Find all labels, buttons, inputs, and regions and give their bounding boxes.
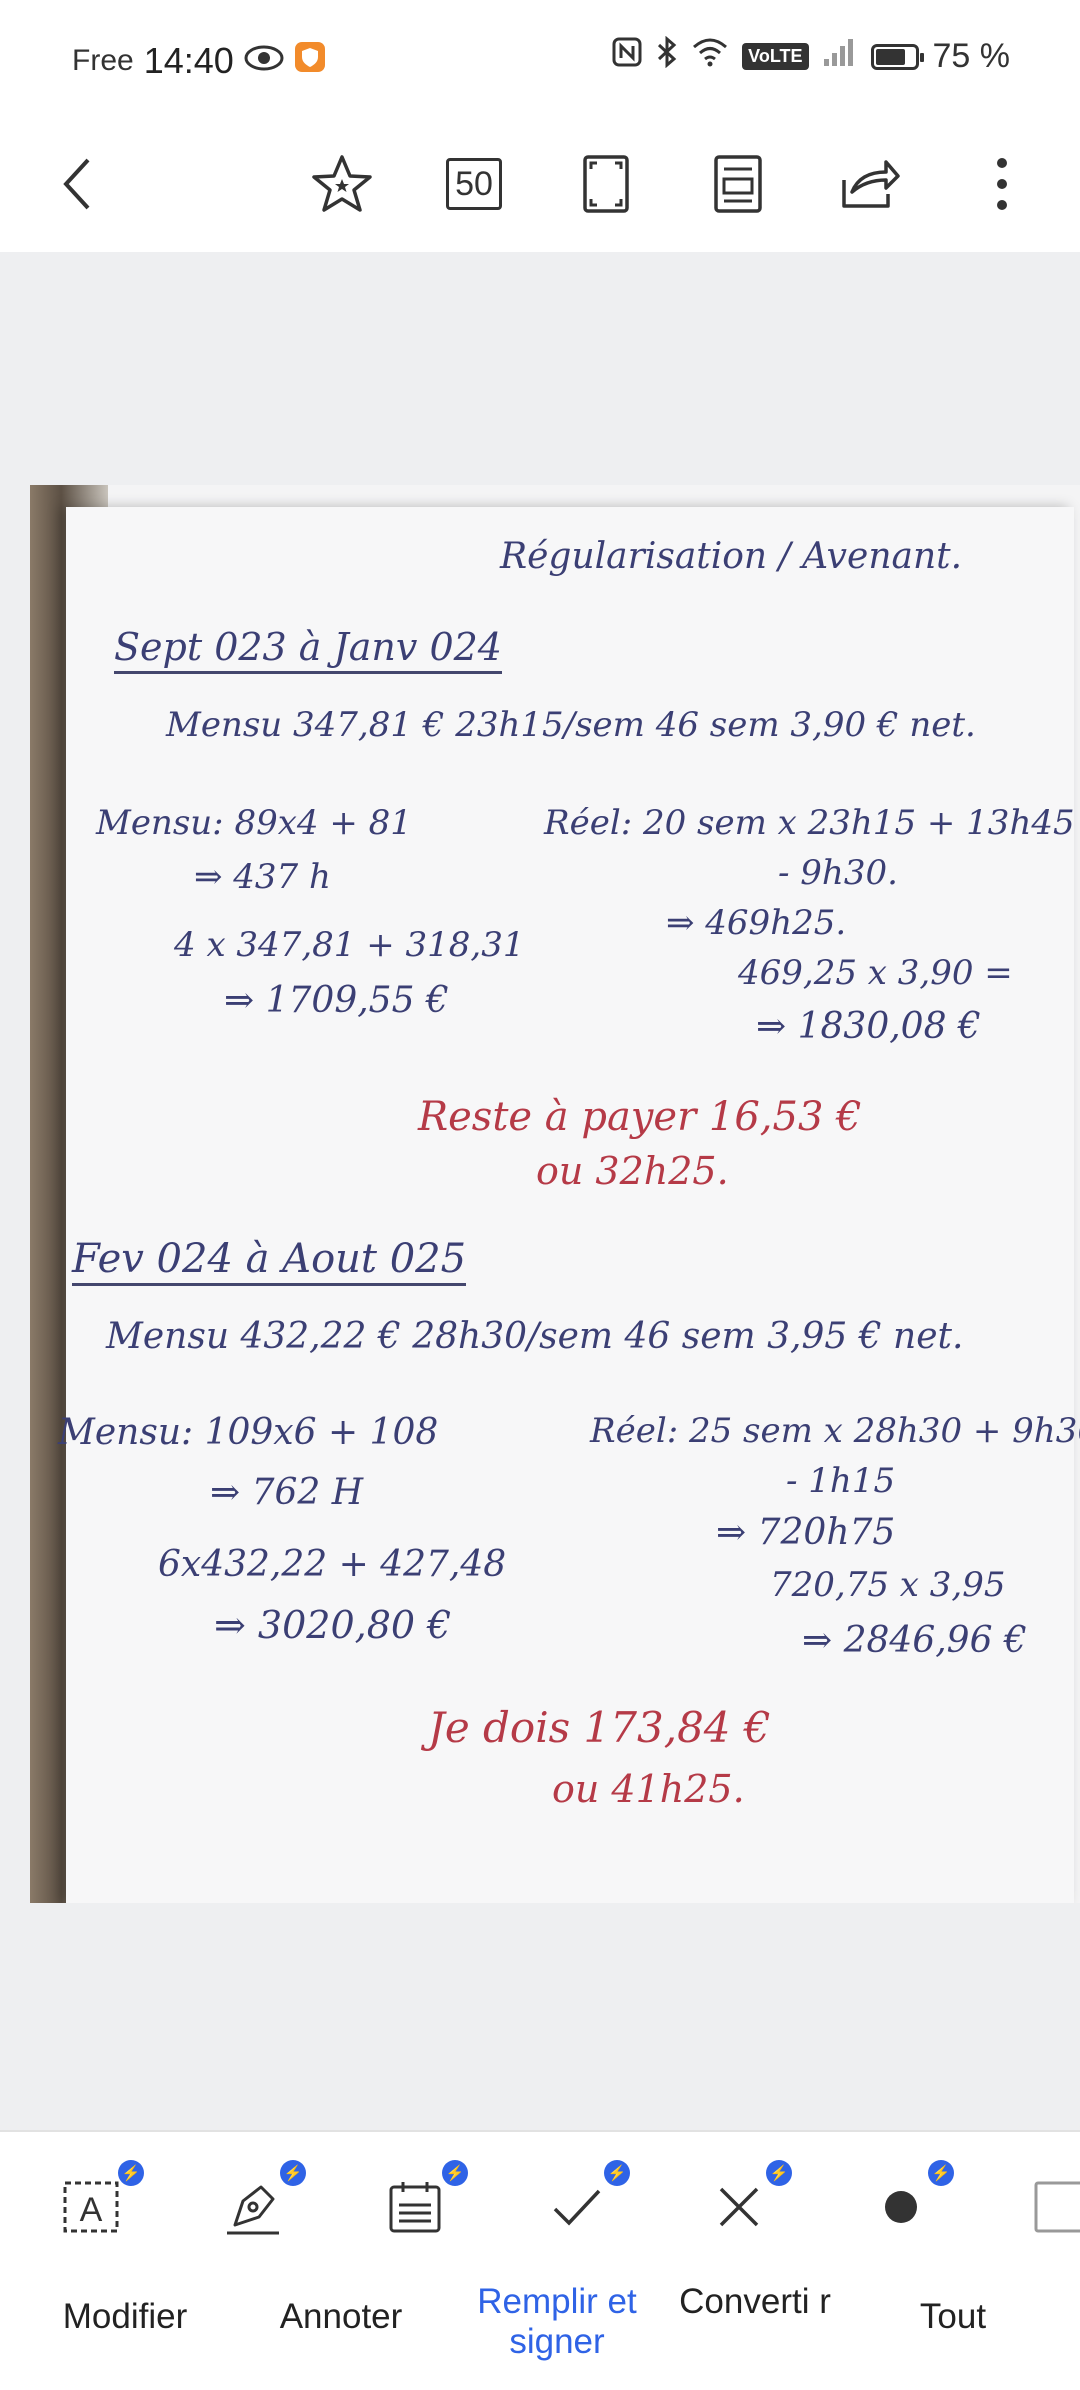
battery-percent: 75 %	[932, 37, 1011, 75]
cross-icon	[719, 2187, 759, 2227]
s1-mensu-total: ⇒ 1709,55 €	[224, 980, 449, 1021]
pen-icon	[227, 2185, 279, 2235]
s2-reel-formula: Réel: 25 sem x 28h30 + 9h30	[590, 1411, 1080, 1451]
section2-title: Fev 024 à Aout 025	[72, 1237, 467, 1286]
s2-mensu-calc: 6x432,22 + 427,48	[158, 1544, 507, 1585]
svg-text:A: A	[80, 2191, 103, 2229]
tab-tout[interactable]: Tout	[858, 2297, 1048, 2337]
s2-reel-calc: 720,75 x 3,95	[770, 1565, 1006, 1605]
edit-text-tool[interactable]: A ⚡	[56, 2160, 144, 2242]
carrier-label: Free	[72, 44, 134, 77]
premium-badge-icon: ⚡	[118, 2160, 144, 2186]
premium-badge-icon: ⚡	[604, 2160, 630, 2186]
section2-summary: Mensu 432,22 € 28h30/sem 46 sem 3,95 € n…	[106, 1316, 964, 1357]
s2-amount-due: Je dois 173,84 €	[428, 1703, 771, 1752]
document-viewer[interactable]: Régularisation / Avenant. Sept 023 à Jan…	[0, 252, 1080, 2130]
volte-badge: VoLTE	[742, 43, 809, 70]
fullscreen-button[interactable]	[566, 144, 646, 224]
form-icon	[389, 2182, 441, 2233]
s1-reel-deduction: - 9h30.	[778, 853, 898, 893]
premium-badge-icon: ⚡	[928, 2160, 954, 2186]
star-icon	[312, 155, 372, 212]
more-vertical-icon	[997, 158, 1007, 210]
s2-amount-due-hours: ou 41h25.	[552, 1767, 745, 1811]
s1-mensu-hours: ⇒ 437 h	[194, 857, 331, 897]
premium-badge-icon: ⚡	[280, 2160, 306, 2186]
s2-reel-hours: ⇒ 720h75	[716, 1512, 896, 1553]
s2-mensu-hours: ⇒ 762 H	[210, 1472, 364, 1513]
s2-reel-total: ⇒ 2846,96 €	[802, 1620, 1027, 1661]
wifi-icon	[692, 37, 728, 76]
nfc-icon	[612, 37, 642, 76]
s1-balance: Reste à payer 16,53 €	[418, 1094, 862, 1140]
share-icon	[842, 160, 900, 208]
back-button[interactable]	[38, 144, 118, 224]
reading-mode-button[interactable]	[698, 144, 778, 224]
shield-app-icon	[294, 41, 326, 82]
fullscreen-icon	[583, 155, 629, 213]
s2-mensu-total: ⇒ 3020,80 €	[214, 1603, 452, 1647]
s1-balance-hours: ou 32h25.	[536, 1149, 729, 1193]
status-bar: Free 14:40 VoLTE 75 %	[0, 0, 1080, 120]
section1-summary: Mensu 347,81 € 23h15/sem 46 sem 3,90 € n…	[166, 705, 976, 745]
battery-icon	[870, 43, 924, 70]
share-button[interactable]	[830, 144, 910, 224]
chevron-left-icon	[63, 158, 90, 210]
eye-icon	[244, 42, 284, 81]
cross-tool[interactable]: ⚡	[704, 2160, 792, 2242]
dot-icon	[885, 2191, 917, 2223]
s2-reel-deduction: - 1h15	[786, 1461, 896, 1501]
tab-annoter[interactable]: Annoter	[246, 2297, 436, 2337]
clock: 14:40	[143, 40, 234, 81]
check-icon	[553, 2189, 601, 2226]
favorite-button[interactable]	[302, 144, 382, 224]
tab-modifier[interactable]: Modifier	[30, 2297, 220, 2337]
square-icon	[1034, 2181, 1080, 2233]
premium-badge-icon: ⚡	[766, 2160, 792, 2186]
s2-mensu-formula: Mensu: 109x6 + 108	[58, 1412, 439, 1453]
fill-sign-tool[interactable]: ⚡	[380, 2160, 468, 2242]
text-box-icon: A	[63, 2181, 119, 2233]
more-options-button[interactable]	[962, 144, 1042, 224]
s1-mensu-calc: 4 x 347,81 + 318,31	[174, 925, 525, 965]
layout-icon	[714, 155, 762, 213]
page-count-button[interactable]: 50	[434, 144, 514, 224]
section1-title: Sept 023 à Janv 024	[114, 626, 502, 674]
signal-icon	[823, 37, 857, 76]
premium-badge-icon: ⚡	[442, 2160, 468, 2186]
bluetooth-icon	[656, 35, 678, 77]
annotate-tool[interactable]: ⚡	[218, 2160, 306, 2242]
s1-reel-calc: 469,25 x 3,90 =	[738, 953, 1013, 993]
s1-reel-formula: Réel: 20 sem x 23h15 + 13h45	[544, 803, 1075, 843]
tab-remplir-et-signer[interactable]: Remplir et signer	[462, 2282, 652, 2363]
s1-reel-total: ⇒ 1830,08 €	[756, 1006, 981, 1047]
top-toolbar: 50	[0, 120, 1080, 254]
doc-title: Régularisation / Avenant.	[500, 536, 963, 577]
check-tool[interactable]: ⚡	[542, 2160, 630, 2242]
tab-convertir[interactable]: Converti r	[660, 2282, 850, 2322]
s1-reel-hours: ⇒ 469h25.	[666, 903, 847, 943]
handwritten-page: Régularisation / Avenant. Sept 023 à Jan…	[58, 507, 1080, 1903]
square-tool[interactable]	[1030, 2172, 1080, 2242]
bottom-toolbar: A ⚡ ⚡ ⚡ ⚡ ⚡ ⚡ Modifier Annoter Remplir e…	[0, 2130, 1080, 2390]
scanned-page-image: Régularisation / Avenant. Sept 023 à Jan…	[30, 485, 1080, 1903]
page-count: 50	[446, 158, 502, 210]
s1-mensu-formula: Mensu: 89x4 + 81	[96, 803, 412, 843]
dot-tool[interactable]: ⚡	[866, 2160, 954, 2242]
